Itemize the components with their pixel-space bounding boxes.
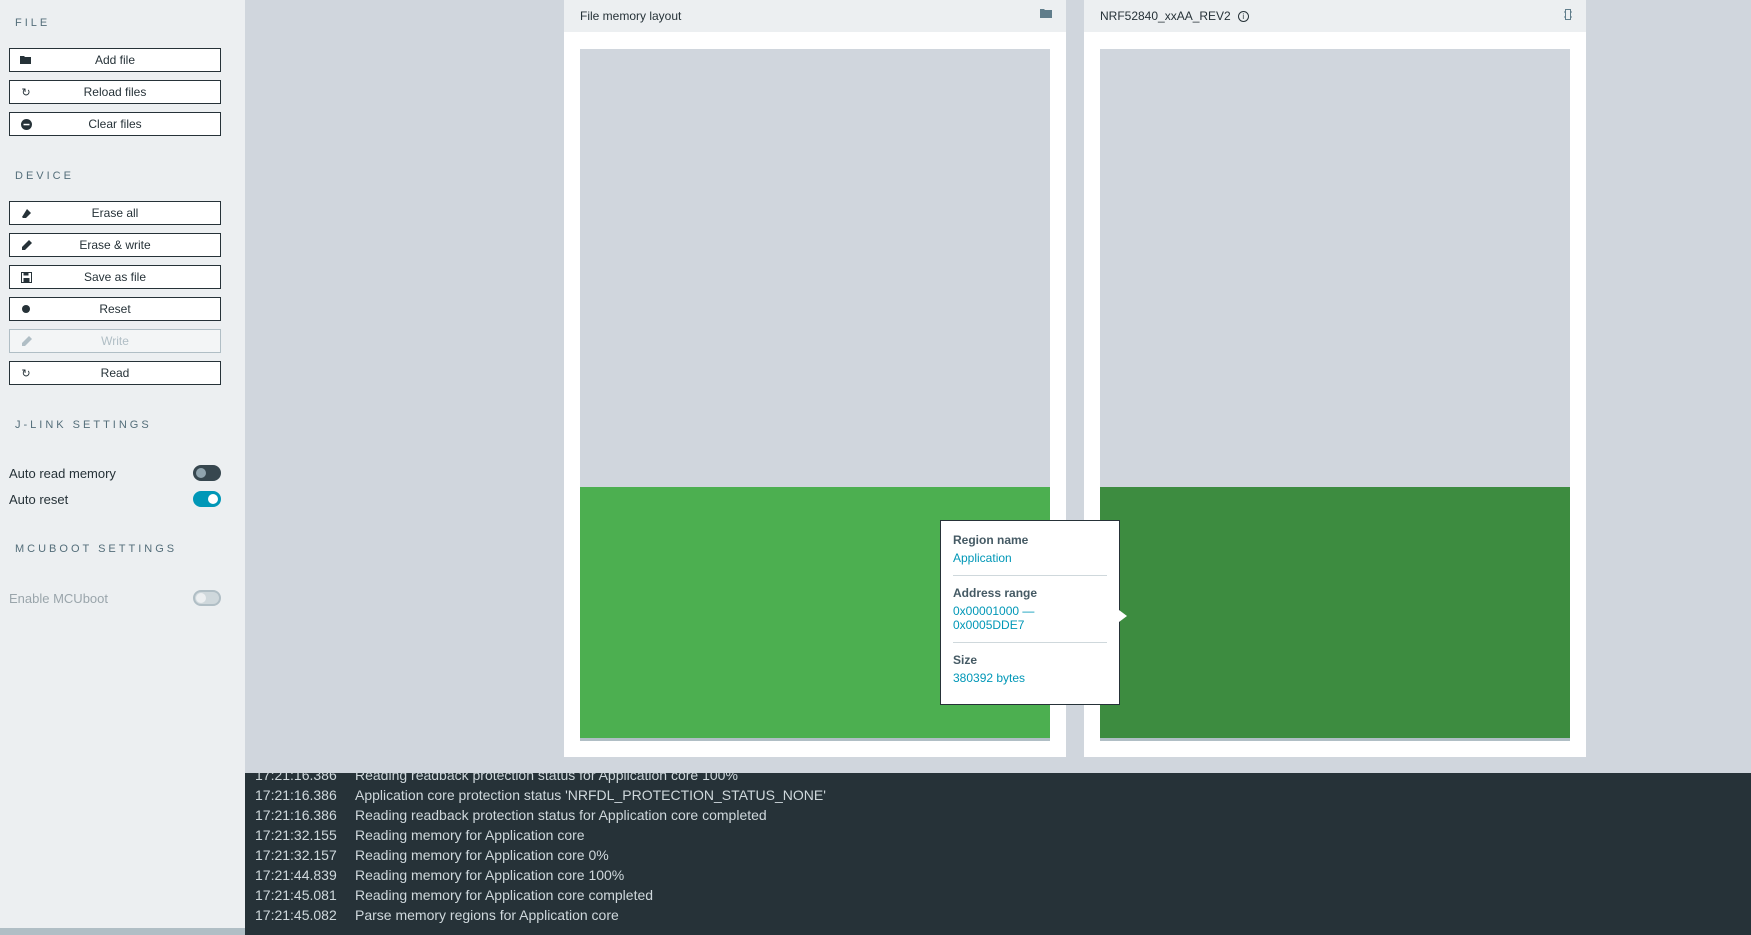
chip-icon[interactable] bbox=[1564, 9, 1572, 23]
log-timestamp: 17:21:16.386 bbox=[255, 787, 337, 803]
size-label: Size bbox=[953, 653, 978, 667]
log-line: 17:21:45.081 Reading memory for Applicati… bbox=[255, 887, 653, 907]
write-label: Write bbox=[101, 334, 129, 348]
reload-files-button[interactable]: ↻ Reload files bbox=[9, 80, 221, 104]
log-timestamp: 17:21:16.386 bbox=[255, 773, 337, 783]
log-message: Reading memory for Application core 0% bbox=[355, 847, 609, 863]
tooltip-arrow bbox=[1119, 610, 1127, 622]
file-section-title: FILE bbox=[15, 17, 51, 29]
device-section-title: DEVICE bbox=[15, 170, 74, 182]
log-message: Application core protection status 'NRFD… bbox=[355, 787, 826, 803]
read-label: Read bbox=[100, 366, 130, 380]
log-message: Reading readback protection status for A… bbox=[355, 773, 738, 783]
device-panel-header: NRF52840_xxAA_REV2 i bbox=[1084, 0, 1586, 32]
log-line: 17:21:45.082 Parse memory regions for App… bbox=[255, 907, 619, 927]
erase-all-label: Erase all bbox=[91, 206, 139, 220]
auto-read-memory-label: Auto read memory bbox=[9, 465, 116, 481]
log-timestamp: 17:21:45.081 bbox=[255, 887, 337, 903]
auto-reset-toggle[interactable] bbox=[193, 491, 221, 507]
log-line: 17:21:32.155 Reading memory for Applicati… bbox=[255, 827, 585, 847]
add-file-button[interactable]: Add file bbox=[9, 48, 221, 72]
erase-write-button[interactable]: Erase & write bbox=[9, 233, 221, 257]
log-message: Reading memory for Application core bbox=[355, 827, 585, 843]
reload-icon: ↻ bbox=[21, 367, 31, 380]
minus-circle-icon bbox=[19, 117, 33, 131]
jlink-section-title: J-LINK SETTINGS bbox=[15, 419, 152, 431]
reload-files-label: Reload files bbox=[83, 85, 147, 99]
memory-end-line bbox=[1100, 738, 1570, 741]
eraser-icon bbox=[19, 206, 33, 220]
file-panel-title: File memory layout bbox=[580, 9, 682, 23]
clear-files-label: Clear files bbox=[88, 117, 142, 131]
clear-files-button[interactable]: Clear files bbox=[9, 112, 221, 136]
save-as-file-button[interactable]: Save as file bbox=[9, 265, 221, 289]
log-message: Reading memory for Application core 100% bbox=[355, 867, 625, 883]
erase-all-button[interactable]: Erase all bbox=[9, 201, 221, 225]
tooltip-divider bbox=[953, 642, 1107, 643]
reload-icon: ↻ bbox=[21, 86, 31, 99]
enable-mcuboot-label: Enable MCUboot bbox=[9, 590, 108, 606]
reset-label: Reset bbox=[99, 302, 131, 316]
device-application-region[interactable] bbox=[1100, 487, 1570, 738]
log-timestamp: 17:21:44.839 bbox=[255, 867, 337, 883]
log-line: 17:21:16.386 Reading readback protection … bbox=[255, 773, 738, 787]
log-timestamp: 17:21:45.082 bbox=[255, 907, 337, 923]
file-panel-header: File memory layout bbox=[564, 0, 1066, 32]
log-message: Reading readback protection status for A… bbox=[355, 807, 767, 823]
read-button[interactable]: ↻ Read bbox=[9, 361, 221, 385]
enable-mcuboot-toggle[interactable] bbox=[193, 590, 221, 606]
address-range-label: Address range bbox=[953, 586, 1038, 600]
tooltip-divider bbox=[953, 575, 1107, 576]
region-name-label: Region name bbox=[953, 533, 1029, 547]
info-icon[interactable]: i bbox=[1237, 10, 1249, 22]
folder-icon bbox=[19, 53, 33, 67]
log-message: Parse memory regions for Application cor… bbox=[355, 907, 619, 923]
auto-reset-label: Auto reset bbox=[9, 491, 69, 507]
log-message: Reading memory for Application core comp… bbox=[355, 887, 654, 903]
floppy-icon bbox=[19, 270, 33, 284]
device-panel-title: NRF52840_xxAA_REV2 bbox=[1100, 9, 1231, 23]
sidebar: FILE Add file ↻ Reload files Clear files… bbox=[0, 0, 245, 935]
size-value: 380392 bytes bbox=[953, 671, 1026, 685]
region-tooltip: Region name Application Address range 0x… bbox=[940, 520, 1127, 705]
device-memory-panel: NRF52840_xxAA_REV2 i bbox=[1084, 0, 1586, 757]
enable-mcuboot-row: Enable MCUboot bbox=[9, 588, 221, 608]
auto-read-memory-row: Auto read memory bbox=[9, 463, 221, 483]
device-memory-map bbox=[1100, 49, 1570, 741]
erase-write-label: Erase & write bbox=[79, 238, 151, 252]
folder-icon[interactable] bbox=[1040, 9, 1052, 21]
reset-button[interactable]: Reset bbox=[9, 297, 221, 321]
dot-icon bbox=[19, 302, 33, 316]
mcuboot-section-title: MCUBOOT SETTINGS bbox=[15, 543, 178, 555]
log-line: 17:21:16.386 Application core protection … bbox=[255, 787, 826, 807]
auto-read-memory-toggle[interactable] bbox=[193, 465, 221, 481]
write-button[interactable]: Write bbox=[9, 329, 221, 353]
log-line: 17:21:16.386 Reading readback protection … bbox=[255, 807, 767, 827]
sidebar-bottom-bar bbox=[0, 928, 245, 935]
log-panel[interactable]: 17:21:16.386 Reading readback protection … bbox=[245, 773, 1751, 935]
memory-end-line bbox=[580, 738, 1050, 741]
log-line: 17:21:32.157 Reading memory for Applicati… bbox=[255, 847, 609, 867]
log-timestamp: 17:21:16.386 bbox=[255, 807, 337, 823]
save-as-file-label: Save as file bbox=[83, 270, 147, 284]
log-line: 17:21:44.839 Reading memory for Applicati… bbox=[255, 867, 624, 887]
pencil-icon bbox=[19, 334, 33, 348]
add-file-label: Add file bbox=[94, 53, 136, 67]
region-name-value: Application bbox=[953, 551, 1012, 565]
log-timestamp: 17:21:32.157 bbox=[255, 847, 337, 863]
auto-reset-row: Auto reset bbox=[9, 489, 221, 509]
log-timestamp: 17:21:32.155 bbox=[255, 827, 337, 843]
pencil-icon bbox=[19, 238, 33, 252]
address-range-value: 0x00001000 — 0x0005DDE7 bbox=[953, 604, 1035, 632]
